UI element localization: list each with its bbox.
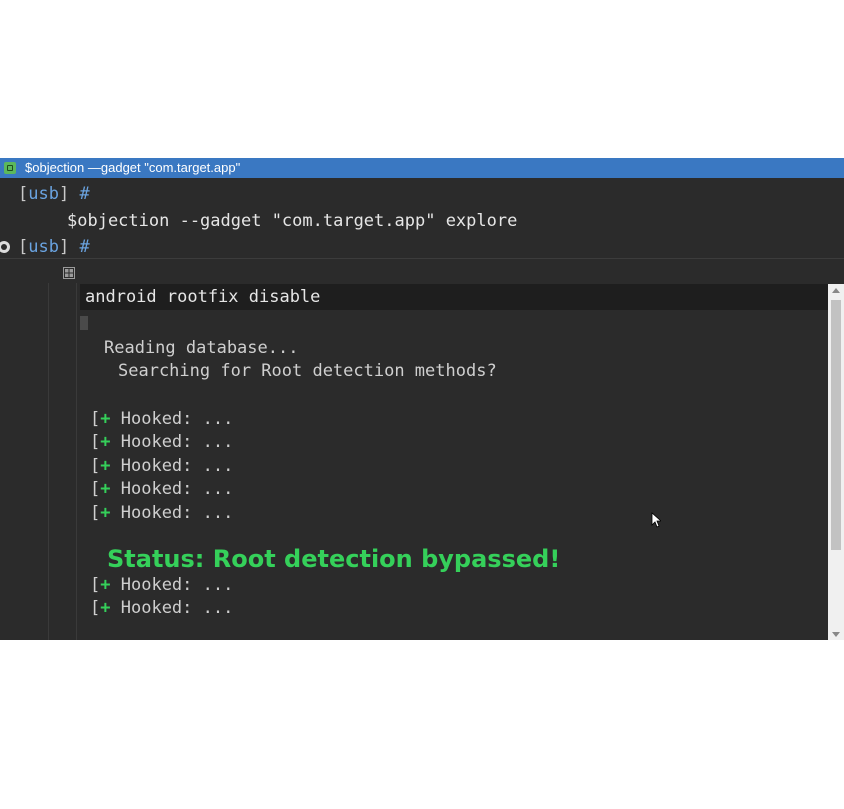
hooked-text: Hooked: ... [120,409,234,429]
command-line: $objection --gadget "com.target.app" exp… [67,211,518,231]
grid-icon[interactable] [63,267,75,279]
plus-sign: + [100,409,111,429]
prompt-usb-label: usb [28,237,59,257]
reading-text: Reading database... [104,338,299,358]
prompt-hash: # [79,184,90,204]
terminal-window[interactable]: $objection —gadget "com.target.app" [usb… [0,158,844,640]
status-message: Status: Root detection bypassed! [107,545,561,573]
bracket-open: [ [90,575,101,595]
prompt-usb-label: usb [28,184,59,204]
scroll-down-icon[interactable] [832,632,840,637]
hooked-text: Hooked: ... [120,503,234,523]
hooked-text: Hooked: ... [120,432,234,452]
mouse-pointer-icon [651,512,661,528]
indent-guide [76,283,77,640]
hooked-line: [+ Hooked: ... [90,478,233,500]
bracket-open: [ [90,432,101,452]
prompt-bracket-open: [ [18,184,29,204]
bracket-open: [ [90,598,101,618]
bracket-open: [ [90,479,101,499]
terminal-app-icon [4,162,16,174]
bracket-open: [ [90,409,101,429]
hooked-text: Hooked: ... [120,456,234,476]
command-input[interactable]: android rootfix disable [85,286,320,308]
plus-sign: + [100,598,111,618]
hooked-line: [+ Hooked: ... [90,431,233,453]
prompt-line-2: [usb] # [18,236,90,258]
hooked-line: [+ Hooked: ... [90,502,233,524]
vertical-scrollbar[interactable] [828,284,844,640]
hooked-text: Hooked: ... [120,575,234,595]
hooked-line: [+ Hooked: ... [90,574,233,596]
searching-text: Searching for Root detection methods? [118,361,497,381]
plus-sign: + [100,503,111,523]
text-caret [80,316,88,330]
scroll-up-icon[interactable] [832,288,840,293]
indent-guide [48,283,49,640]
plus-sign: + [100,479,111,499]
bracket-open: [ [90,503,101,523]
divider [0,258,844,259]
screen: $objection —gadget "com.target.app" [usb… [0,0,844,809]
hooked-line: [+ Hooked: ... [90,597,233,619]
scrollbar-thumb[interactable] [831,300,841,550]
title-bar[interactable]: $objection —gadget "com.target.app" [0,158,844,178]
prompt-hash: # [79,237,90,257]
prompt-bracket-open: [ [18,237,29,257]
bracket-open: [ [90,456,101,476]
plus-sign: + [100,432,111,452]
hooked-text: Hooked: ... [120,598,234,618]
prompt-line-1: [usb] # [18,183,90,205]
prompt-bracket-close: ] [58,237,70,257]
prompt-bracket-close: ] [58,184,70,204]
window-title: $objection —gadget "com.target.app" [25,160,241,175]
record-icon [0,241,10,253]
hooked-text: Hooked: ... [120,479,234,499]
hooked-line: [+ Hooked: ... [90,455,233,477]
plus-sign: + [100,456,111,476]
hooked-line: [+ Hooked: ... [90,408,233,430]
plus-sign: + [100,575,111,595]
